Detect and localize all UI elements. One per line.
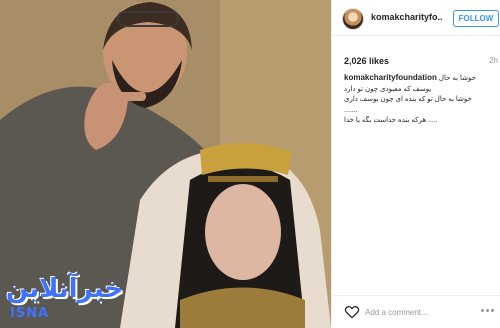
post-header: komakcharityfo... FOLLOW [332,0,500,36]
header-username[interactable]: komakcharityfo... [371,12,443,22]
caption-username[interactable]: komakcharityfoundation [344,73,437,82]
caption-line: ....... [344,106,358,114]
comment-input[interactable] [365,305,475,320]
post-age[interactable]: 2h [489,56,498,65]
post-image[interactable]: خبرآنلاين ISNA [0,0,331,328]
comment-bar [332,295,500,328]
post-sidebar: komakcharityfo... FOLLOW 2,026 likes 2h … [331,0,500,328]
post-caption: komakcharityfoundation خوشا به حال یوسف … [344,73,499,127]
caption-line: خوشا به حال تو که بنده ای چون یوسف داری [344,96,472,103]
watermark-latin: ISNA [10,306,50,321]
more-options-icon[interactable] [481,309,495,315]
avatar[interactable] [342,8,364,30]
heart-icon[interactable] [344,305,360,319]
news-watermark: خبرآنلاين ISNA [6,272,124,322]
likes-count[interactable]: 2,026 likes [344,56,389,66]
caption-line: یوسف که معبودی چون تو دارد [344,85,432,93]
caption-line: خوشا به حال [438,75,476,82]
caption-line: ..... هرکه بنده خداست بگه یا خدا [344,117,438,124]
watermark-arabic: خبرآنلاين [6,274,124,304]
follow-button[interactable]: FOLLOW [453,10,499,27]
